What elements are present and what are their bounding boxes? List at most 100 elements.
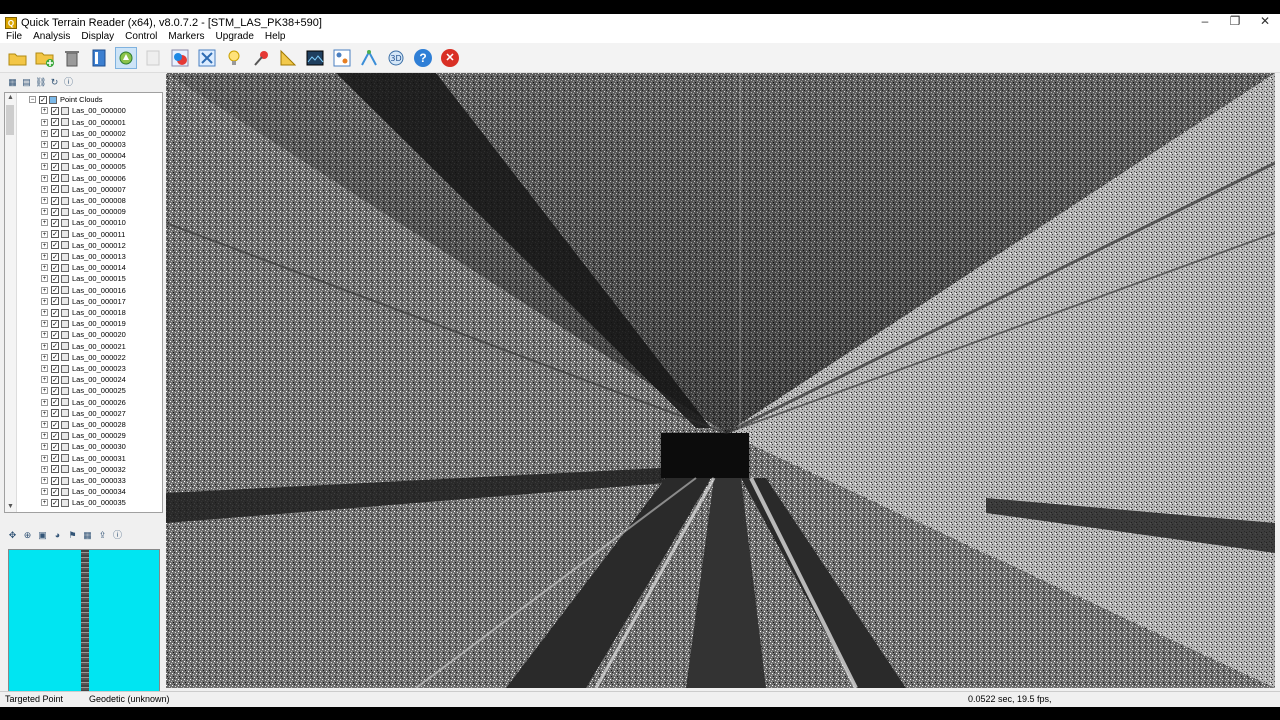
item-checkbox[interactable]: ✓ bbox=[51, 476, 59, 485]
map-help-icon[interactable]: ⓘ bbox=[112, 530, 123, 541]
item-checkbox[interactable]: ✓ bbox=[51, 454, 59, 463]
item-checkbox[interactable]: ✓ bbox=[51, 286, 59, 295]
map-layer-icon[interactable]: ▣ bbox=[37, 530, 48, 541]
tree-item[interactable]: + ✓ Las_00_000008 bbox=[41, 195, 126, 206]
tree-item[interactable]: + ✓ Las_00_000035 bbox=[41, 497, 126, 508]
tree-item[interactable]: + ✓ Las_00_000030 bbox=[41, 441, 126, 452]
expand-toggle-icon[interactable]: + bbox=[41, 465, 48, 473]
expand-toggle-icon[interactable]: + bbox=[41, 118, 48, 126]
tree-scrollbar[interactable]: ▲ ▼ bbox=[5, 93, 17, 512]
expand-toggle-icon[interactable]: + bbox=[41, 275, 48, 283]
map-export-icon[interactable]: ⇪ bbox=[97, 530, 108, 541]
expand-toggle-icon[interactable]: + bbox=[41, 264, 48, 272]
tree-item[interactable]: + ✓ Las_00_000023 bbox=[41, 363, 126, 374]
item-checkbox[interactable]: ✓ bbox=[51, 487, 59, 496]
tree-item[interactable]: + ✓ Las_00_000021 bbox=[41, 341, 126, 352]
expand-toggle-icon[interactable]: + bbox=[41, 309, 48, 317]
tree-item[interactable]: + ✓ Las_00_000031 bbox=[41, 453, 126, 464]
item-checkbox[interactable]: ✓ bbox=[51, 263, 59, 272]
select-icon[interactable] bbox=[115, 46, 137, 69]
tree-item[interactable]: + ✓ Las_00_000018 bbox=[41, 307, 126, 318]
menu-file[interactable]: File bbox=[0, 31, 27, 43]
color-icon[interactable] bbox=[169, 47, 191, 69]
tree-item[interactable]: + ✓ Las_00_000034 bbox=[41, 486, 126, 497]
tree-item[interactable]: + ✓ Las_00_000010 bbox=[41, 217, 126, 228]
expand-toggle-icon[interactable]: + bbox=[41, 152, 48, 160]
profile-icon[interactable] bbox=[358, 47, 380, 69]
item-checkbox[interactable]: ✓ bbox=[51, 498, 59, 507]
expand-toggle-icon[interactable]: + bbox=[41, 241, 48, 249]
tree-item[interactable]: + ✓ Las_00_000024 bbox=[41, 374, 126, 385]
item-checkbox[interactable]: ✓ bbox=[51, 252, 59, 261]
item-checkbox[interactable]: ✓ bbox=[51, 442, 59, 451]
tree-item[interactable]: + ✓ Las_00_000005 bbox=[41, 161, 126, 172]
item-checkbox[interactable]: ✓ bbox=[51, 274, 59, 283]
menu-analysis[interactable]: Analysis bbox=[27, 31, 75, 43]
collapse-icon[interactable]: ▤ bbox=[21, 77, 32, 88]
tree-item[interactable]: + ✓ Las_00_000032 bbox=[41, 464, 126, 475]
3d-viewport[interactable] bbox=[166, 73, 1275, 688]
map-grid-icon[interactable]: ▦ bbox=[82, 530, 93, 541]
close-window-button[interactable]: ✕ bbox=[1250, 14, 1280, 31]
settings-icon[interactable] bbox=[331, 47, 353, 69]
item-checkbox[interactable]: ✓ bbox=[51, 174, 59, 183]
pin-icon[interactable] bbox=[250, 47, 272, 69]
expand-toggle-icon[interactable]: + bbox=[41, 409, 48, 417]
scroll-down-icon[interactable]: ▼ bbox=[5, 502, 16, 512]
tree-item[interactable]: + ✓ Las_00_000004 bbox=[41, 150, 126, 161]
menu-markers[interactable]: Markers bbox=[162, 31, 209, 43]
item-checkbox[interactable]: ✓ bbox=[51, 185, 59, 194]
expand-toggle-icon[interactable]: + bbox=[41, 320, 48, 328]
minimize-button[interactable]: – bbox=[1190, 14, 1220, 31]
tree-root[interactable]: − ✓ Point Clouds bbox=[29, 94, 103, 105]
item-checkbox[interactable]: ✓ bbox=[51, 162, 59, 171]
item-checkbox[interactable]: ✓ bbox=[51, 207, 59, 216]
expand-toggle-icon[interactable]: + bbox=[41, 297, 48, 305]
item-checkbox[interactable]: ✓ bbox=[51, 409, 59, 418]
expand-toggle-icon[interactable]: + bbox=[41, 129, 48, 137]
refresh-icon[interactable]: ↻ bbox=[49, 77, 60, 88]
expand-toggle-icon[interactable]: + bbox=[41, 174, 48, 182]
tree-item[interactable]: + ✓ Las_00_000006 bbox=[41, 173, 126, 184]
expand-toggle-icon[interactable]: + bbox=[41, 141, 48, 149]
item-checkbox[interactable]: ✓ bbox=[51, 319, 59, 328]
tree-item[interactable]: + ✓ Las_00_000017 bbox=[41, 296, 126, 307]
scroll-thumb[interactable] bbox=[6, 105, 14, 135]
layer-tree[interactable]: ▲ ▼ − ✓ Point Clouds + ✓ Las_00_000000 + ✓ La… bbox=[4, 92, 163, 513]
item-checkbox[interactable]: ✓ bbox=[51, 465, 59, 474]
menu-upgrade[interactable]: Upgrade bbox=[210, 31, 259, 43]
expand-toggle-icon[interactable]: + bbox=[41, 107, 48, 115]
menu-control[interactable]: Control bbox=[119, 31, 162, 43]
map-marker-icon[interactable]: ⚑ bbox=[67, 530, 78, 541]
item-checkbox[interactable]: ✓ bbox=[51, 308, 59, 317]
item-checkbox[interactable]: ✓ bbox=[51, 342, 59, 351]
expand-toggle-icon[interactable]: + bbox=[41, 432, 48, 440]
expand-toggle-icon[interactable]: + bbox=[41, 454, 48, 462]
item-checkbox[interactable]: ✓ bbox=[51, 386, 59, 395]
title-bar[interactable]: Q Quick Terrain Reader (x64), v8.0.7.2 -… bbox=[0, 14, 1280, 31]
tree-item[interactable]: + ✓ Las_00_000025 bbox=[41, 385, 126, 396]
item-checkbox[interactable]: ✓ bbox=[51, 398, 59, 407]
close-icon[interactable]: ✕ bbox=[439, 47, 461, 69]
expand-toggle-icon[interactable]: + bbox=[41, 253, 48, 261]
expand-toggle-icon[interactable]: + bbox=[41, 163, 48, 171]
root-checkbox[interactable]: ✓ bbox=[39, 95, 47, 104]
map-zoom-icon[interactable]: ⊕ bbox=[22, 530, 33, 541]
item-checkbox[interactable]: ✓ bbox=[51, 106, 59, 115]
add-folder-icon[interactable] bbox=[34, 47, 56, 69]
blank-icon[interactable] bbox=[142, 47, 164, 69]
expand-toggle-icon[interactable]: + bbox=[41, 185, 48, 193]
expand-toggle-icon[interactable]: + bbox=[41, 421, 48, 429]
expand-toggle-icon[interactable]: + bbox=[41, 331, 48, 339]
open-folder-icon[interactable] bbox=[7, 47, 29, 69]
expand-toggle-icon[interactable]: + bbox=[41, 376, 48, 384]
item-checkbox[interactable]: ✓ bbox=[51, 140, 59, 149]
expand-toggle-icon[interactable]: + bbox=[41, 488, 48, 496]
image-icon[interactable] bbox=[304, 47, 326, 69]
tree-item[interactable]: + ✓ Las_00_000027 bbox=[41, 408, 126, 419]
item-checkbox[interactable]: ✓ bbox=[51, 330, 59, 339]
restore-button[interactable]: ❐ bbox=[1220, 14, 1250, 31]
bookmark-icon[interactable] bbox=[88, 47, 110, 69]
link-icon[interactable]: ⛓ bbox=[35, 77, 46, 88]
collapse-toggle-icon[interactable]: − bbox=[29, 96, 36, 104]
